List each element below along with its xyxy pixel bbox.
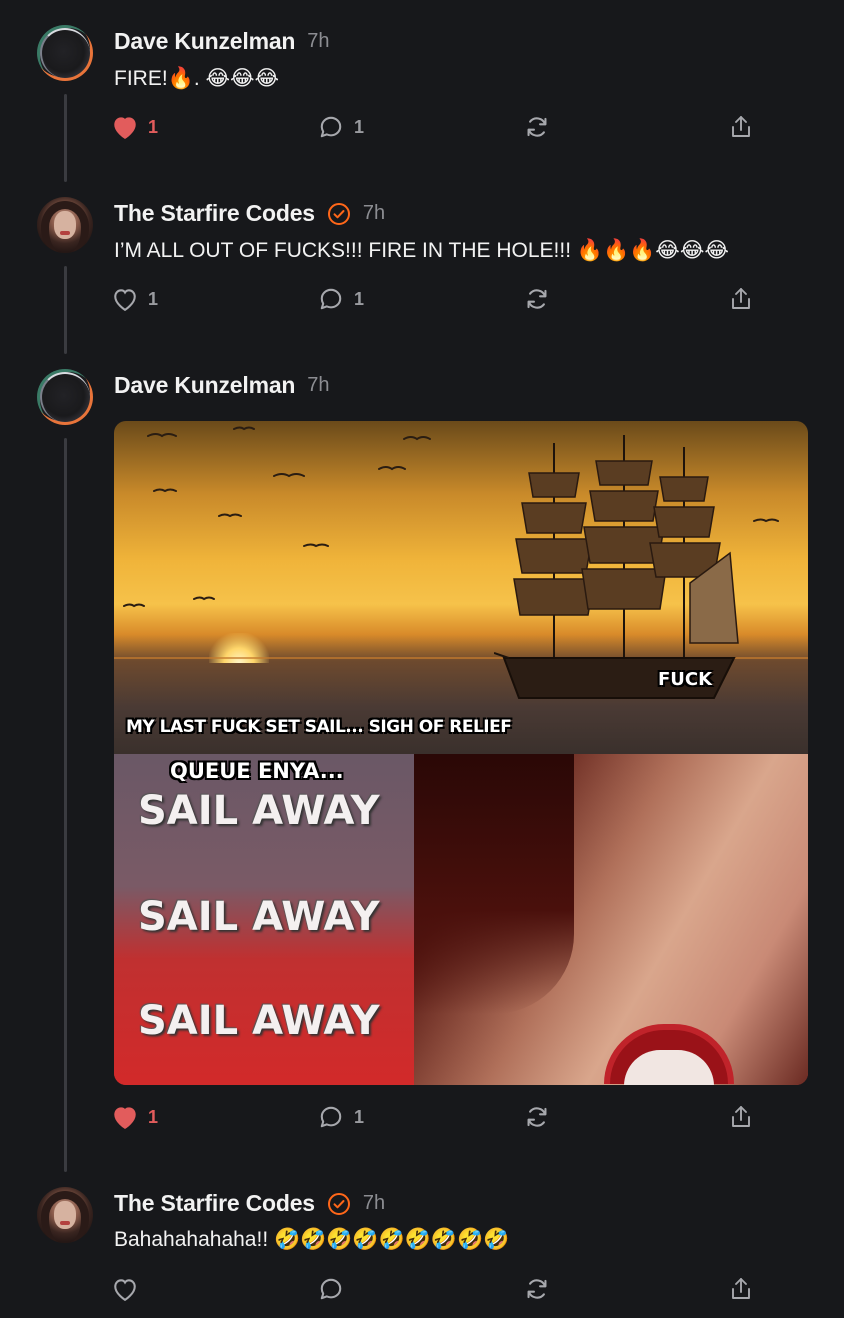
- singer-portrait: [414, 754, 808, 1085]
- post-header: Dave Kunzelman 7h: [114, 372, 330, 399]
- sail-away-text: SAIL AWAY: [138, 894, 380, 940]
- avatar[interactable]: [37, 197, 93, 253]
- comment-button[interactable]: 1: [318, 1101, 364, 1133]
- avatar[interactable]: [37, 1187, 93, 1243]
- timestamp[interactable]: 7h: [307, 374, 329, 397]
- post-header: The Starfire Codes 7h: [114, 1190, 385, 1217]
- post-text: Bahahahahaha!! 🤣🤣🤣🤣🤣🤣🤣🤣🤣: [114, 1228, 510, 1251]
- queue-text: QUEUE ENYA...: [170, 759, 344, 783]
- post-text: FIRE!🔥. 😂😂😂: [114, 67, 280, 90]
- avatar[interactable]: [37, 369, 93, 425]
- verified-badge-icon: [327, 202, 350, 225]
- heart-icon: [114, 117, 136, 139]
- share-icon: [732, 288, 750, 309]
- comment-icon: [320, 1278, 342, 1300]
- action-bar: [112, 1273, 762, 1305]
- like-button[interactable]: [112, 1273, 138, 1305]
- sail-away-text: SAIL AWAY: [138, 788, 380, 834]
- like-count: 1: [148, 288, 159, 309]
- restack-icon: [527, 117, 547, 137]
- post-header: The Starfire Codes 7h: [114, 200, 385, 227]
- restack-button[interactable]: [524, 111, 550, 143]
- like-count: 1: [148, 116, 159, 137]
- share-icon: [732, 1106, 750, 1127]
- comment-button[interactable]: 1: [318, 111, 364, 143]
- author-name[interactable]: Dave Kunzelman: [114, 372, 295, 399]
- thread-connector: [64, 438, 67, 1172]
- restack-button[interactable]: [524, 1101, 550, 1133]
- verified-badge-icon: [327, 1192, 350, 1215]
- restack-icon: [527, 289, 547, 309]
- ship-tag-text: FUCK: [658, 669, 713, 690]
- timestamp[interactable]: 7h: [363, 1192, 385, 1215]
- comment-icon: [320, 116, 342, 138]
- timestamp[interactable]: 7h: [363, 202, 385, 225]
- comment-button[interactable]: [318, 1273, 344, 1305]
- thread-connector: [64, 94, 67, 182]
- like-count: 1: [148, 1106, 159, 1127]
- post-header: Dave Kunzelman 7h: [114, 28, 330, 55]
- action-bar: 1 1: [112, 283, 762, 315]
- thread-feed: Dave Kunzelman 7h FIRE!🔥. 😂😂😂 1 1 The St…: [0, 0, 844, 1318]
- meme-image[interactable]: FUCK MY LAST FUCK SET SAIL... SIGH OF RE…: [114, 421, 808, 1085]
- action-bar: 1 1: [112, 1101, 762, 1133]
- comment-icon: [320, 288, 342, 310]
- share-icon: [732, 116, 750, 137]
- share-icon: [732, 1278, 750, 1299]
- restack-icon: [527, 1279, 547, 1299]
- timestamp[interactable]: 7h: [307, 30, 329, 53]
- heart-icon: [114, 289, 136, 311]
- share-button[interactable]: [729, 111, 753, 143]
- post-text: I’M ALL OUT OF FUCKS!!! FIRE IN THE HOLE…: [114, 239, 729, 262]
- share-button[interactable]: [729, 1273, 753, 1305]
- author-name[interactable]: The Starfire Codes: [114, 200, 315, 227]
- comment-button[interactable]: 1: [318, 283, 364, 315]
- share-button[interactable]: [729, 1101, 753, 1133]
- avatar[interactable]: [37, 25, 93, 81]
- sail-away-text: SAIL AWAY: [138, 998, 380, 1044]
- comment-count: 1: [354, 116, 365, 137]
- restack-button[interactable]: [524, 1273, 550, 1305]
- comment-count: 1: [354, 288, 365, 309]
- share-button[interactable]: [729, 283, 753, 315]
- action-bar: 1 1: [112, 111, 762, 143]
- comment-count: 1: [354, 1106, 365, 1127]
- like-button[interactable]: 1: [112, 1101, 158, 1133]
- thread-connector: [64, 266, 67, 354]
- meme-caption-text: MY LAST FUCK SET SAIL... SIGH OF RELIEF: [126, 717, 512, 737]
- restack-icon: [527, 1107, 547, 1127]
- like-button[interactable]: 1: [112, 283, 158, 315]
- author-name[interactable]: Dave Kunzelman: [114, 28, 295, 55]
- heart-icon: [114, 1107, 136, 1129]
- author-name[interactable]: The Starfire Codes: [114, 1190, 315, 1217]
- enya-panel: QUEUE ENYA... SAIL AWAY SAIL AWAY SAIL A…: [114, 754, 808, 1085]
- heart-icon: [114, 1279, 136, 1301]
- like-button[interactable]: 1: [112, 111, 158, 143]
- restack-button[interactable]: [524, 283, 550, 315]
- comment-icon: [320, 1106, 342, 1128]
- ship-sunset-panel: FUCK MY LAST FUCK SET SAIL... SIGH OF RE…: [114, 421, 808, 754]
